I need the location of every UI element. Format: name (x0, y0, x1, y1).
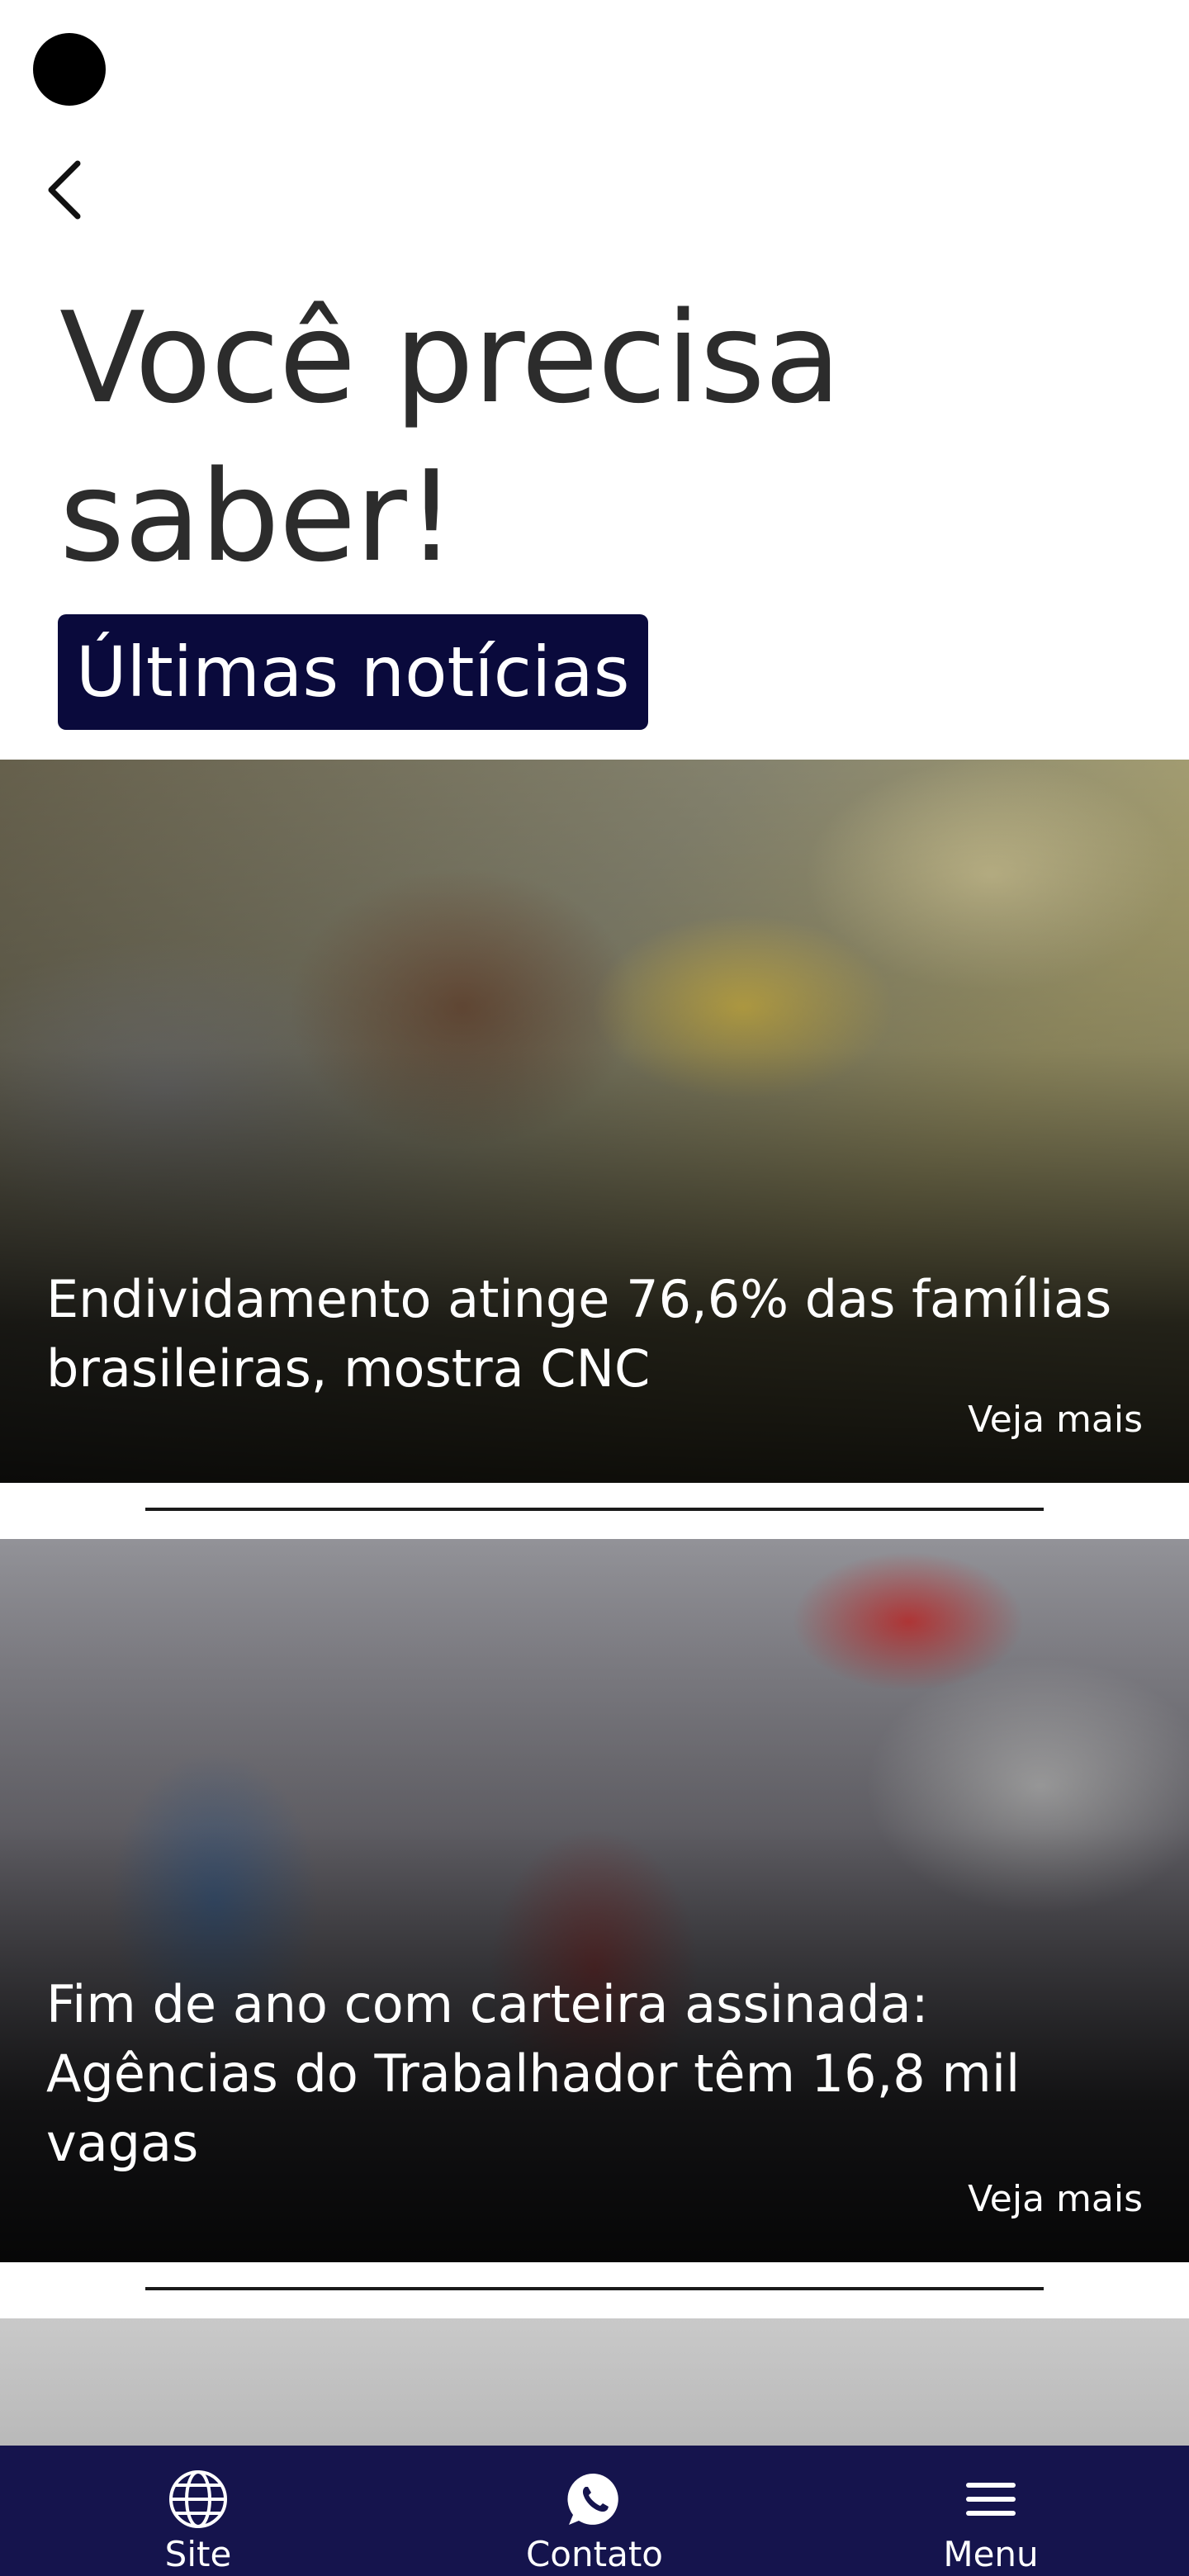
whatsapp-icon (561, 2467, 628, 2531)
globe-icon (165, 2467, 231, 2531)
bottom-nav: Site Contato Menu (0, 2446, 1189, 2576)
nav-label: Contato (525, 2534, 663, 2574)
page-title: Você precisa saber! (59, 285, 841, 590)
news-card-title: Endividamento atinge 76,6% das famílias … (46, 1269, 1112, 1399)
divider (145, 1508, 1044, 1511)
camera-cutout (33, 33, 106, 106)
nav-item-site[interactable]: Site (0, 2446, 396, 2576)
section-badge: Últimas notícias (58, 614, 648, 730)
news-card[interactable]: Fim de ano com carteira assinada: Agênci… (0, 1539, 1189, 2262)
nav-item-menu[interactable]: Menu (793, 2446, 1189, 2576)
nav-label: Menu (943, 2534, 1039, 2574)
divider (145, 2287, 1044, 2290)
see-more-link[interactable]: Veja mais (968, 2175, 1143, 2224)
nav-label: Site (164, 2534, 232, 2574)
news-card-partial[interactable] (0, 2318, 1189, 2446)
nav-item-contato[interactable]: Contato (396, 2446, 793, 2576)
back-button[interactable] (40, 157, 89, 223)
news-card-title: Fim de ano com carteira assinada: Agênci… (46, 1974, 1021, 2173)
hamburger-menu-icon (958, 2467, 1024, 2531)
chevron-left-icon (48, 160, 81, 220)
see-more-link[interactable]: Veja mais (968, 1395, 1143, 1445)
news-card[interactable]: Endividamento atinge 76,6% das famílias … (0, 760, 1189, 1483)
